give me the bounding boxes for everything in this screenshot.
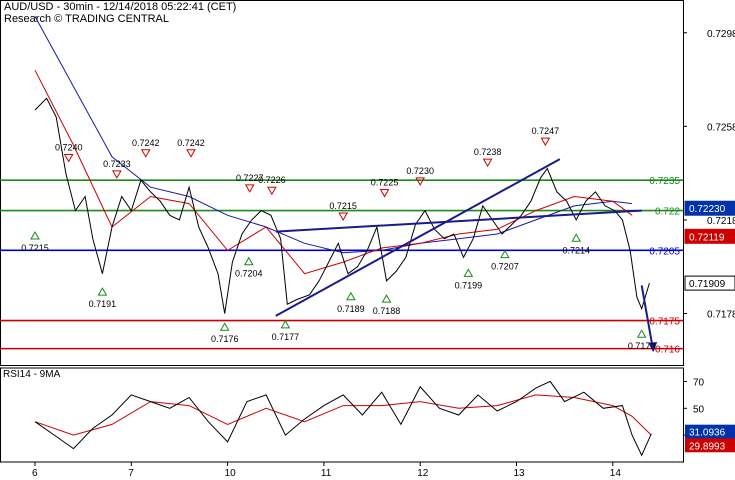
pivot-label: 0.7214 [562,245,590,255]
pivot-low-marker [219,322,230,331]
level-label: 0.7205 [649,246,680,257]
pivot-label: 0.7225 [371,178,399,188]
pivot-high-marker [186,149,196,158]
pivot-label: 0.7207 [491,262,519,272]
price-badge-label: 0.72119 [689,232,725,243]
channel-line [275,209,642,233]
price-badge-label: 0.72230 [689,204,726,215]
pivot-high-marker [415,177,426,186]
pivot-label: 0.7191 [89,299,117,309]
pivot-label: 0.7226 [258,175,286,185]
pivot-label: 0.7242 [177,138,205,148]
pivot-label: 0.7233 [103,159,131,169]
pivot-high-marker [244,184,255,193]
pivot-label: 0.7215 [329,201,357,211]
rsi-panel-frame [0,367,684,463]
pivot-low-marker [346,291,356,301]
pivot-label: 0.7189 [337,304,365,314]
pivot-high-marker [267,186,277,196]
pivot-label: 0.7188 [373,306,401,316]
pivot-high-marker [482,158,493,168]
pivot-label: 0.7176 [211,334,239,344]
pivot-label: 0.7240 [55,142,83,152]
channel-line [275,158,561,317]
pivot-low-marker [463,268,474,277]
y-tick-label: 0.7298 [707,29,735,40]
y-tick-label: 0.7178 [707,310,735,321]
pivot-label: 0.7247 [532,126,560,136]
x-tick-label: 14 [610,468,622,479]
rsi-y-tick-label: 70 [693,377,705,388]
rsi-ma-line [34,394,652,436]
pivot-low-marker [280,319,291,329]
price-badge-label: 0.71909 [689,279,726,290]
ma-fast-line [34,69,633,275]
x-tick-label: 11 [321,468,332,479]
pivot-high-marker [338,212,349,221]
pivot-label: 0.7199 [455,280,483,290]
pivot-high-marker [140,149,151,158]
x-tick-label: 7 [128,468,134,479]
pivot-label: 0.7215 [21,243,49,253]
pivot-label: 0.7242 [132,138,160,148]
level-label: 0.7235 [649,176,680,187]
x-tick-label: 6 [32,468,38,479]
pivot-low-marker [500,249,510,259]
y-tick-label: 0.7218 [707,216,735,227]
level-label: 0.722 [655,207,680,218]
y-tick-label: 0.7258 [707,122,735,133]
x-tick-label: 13 [514,468,526,479]
pivot-label: 0.7230 [406,166,434,176]
pivot-label: 0.7204 [235,269,263,279]
pivot-low-marker [571,233,582,242]
rsi-line [34,380,652,457]
pivot-high-marker [540,137,551,147]
pivot-low-marker [97,287,108,296]
x-tick-label: 10 [225,468,237,479]
pivot-high-marker [111,170,122,179]
pivot-low-marker [381,294,392,303]
level-label: 0.7175 [649,317,680,328]
pivot-high-marker [379,189,390,198]
level-label: 0.716 [655,345,680,356]
pivot-low-marker [636,329,647,338]
pivot-low-marker [30,230,40,240]
pivot-low-marker [243,256,254,266]
pivot-high-marker [63,153,74,163]
pivot-label: 0.7177 [272,332,300,342]
chart-canvas: 0.7298 0.7258 0.7218 0.7178 6 7 10 11 12 13 14 70 50… [0,0,735,479]
pivot-label: 0.7173 [628,341,656,351]
rsi-y-tick-label: 50 [693,404,705,415]
rsi-badge-label: 31.0936 [689,428,726,439]
x-tick-label: 12 [417,468,429,479]
pivot-label: 0.7238 [474,147,502,157]
rsi-badge-label: 29.8993 [689,441,726,452]
